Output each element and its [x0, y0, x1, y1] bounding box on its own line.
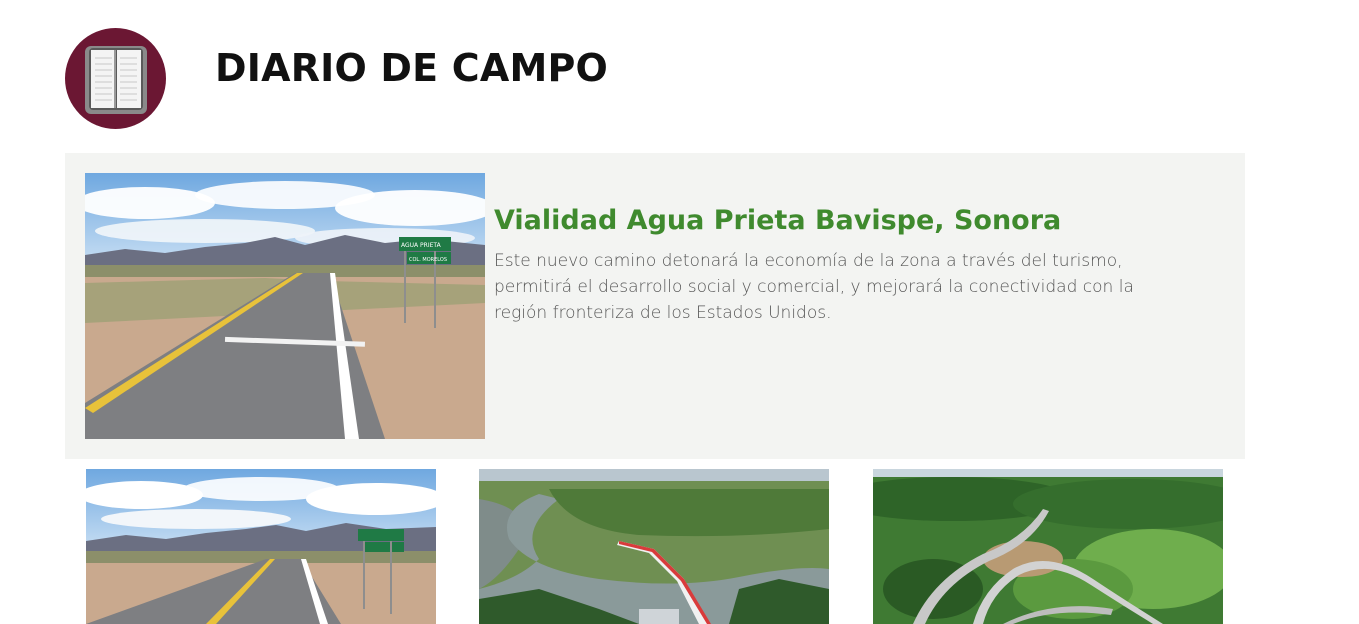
page-title: DIARIO DE CAMPO — [215, 46, 609, 90]
green-hills-highway-aerial-photo — [873, 469, 1223, 624]
featured-description: Este nuevo camino detonará la economía d… — [494, 251, 1134, 323]
desert-highway-photo: AGUA PRIETA COL. MORELOS — [85, 173, 485, 439]
diary-logo[interactable] — [65, 28, 166, 129]
svg-text:COL. MORELOS: COL. MORELOS — [409, 257, 447, 263]
open-book-icon — [85, 46, 147, 114]
featured-image[interactable]: AGUA PRIETA COL. MORELOS — [85, 173, 485, 439]
svg-text:AGUA PRIETA: AGUA PRIETA — [401, 242, 442, 249]
gallery-thumb-1[interactable] — [86, 469, 436, 624]
gallery-thumb-3[interactable] — [873, 469, 1223, 624]
page-header: DIARIO DE CAMPO — [65, 28, 765, 130]
featured-title-link[interactable]: Vialidad Agua Prieta Bavispe, Sonora — [494, 205, 1174, 236]
river-bridge-aerial-photo — [479, 469, 829, 624]
desert-highway-photo — [86, 469, 436, 624]
gallery-thumb-2[interactable] — [479, 469, 829, 624]
featured-article: AGUA PRIETA COL. MORELOS Vialidad Agua P… — [65, 153, 1245, 459]
featured-text: Vialidad Agua Prieta Bavispe, Sonora Est… — [494, 205, 1174, 326]
